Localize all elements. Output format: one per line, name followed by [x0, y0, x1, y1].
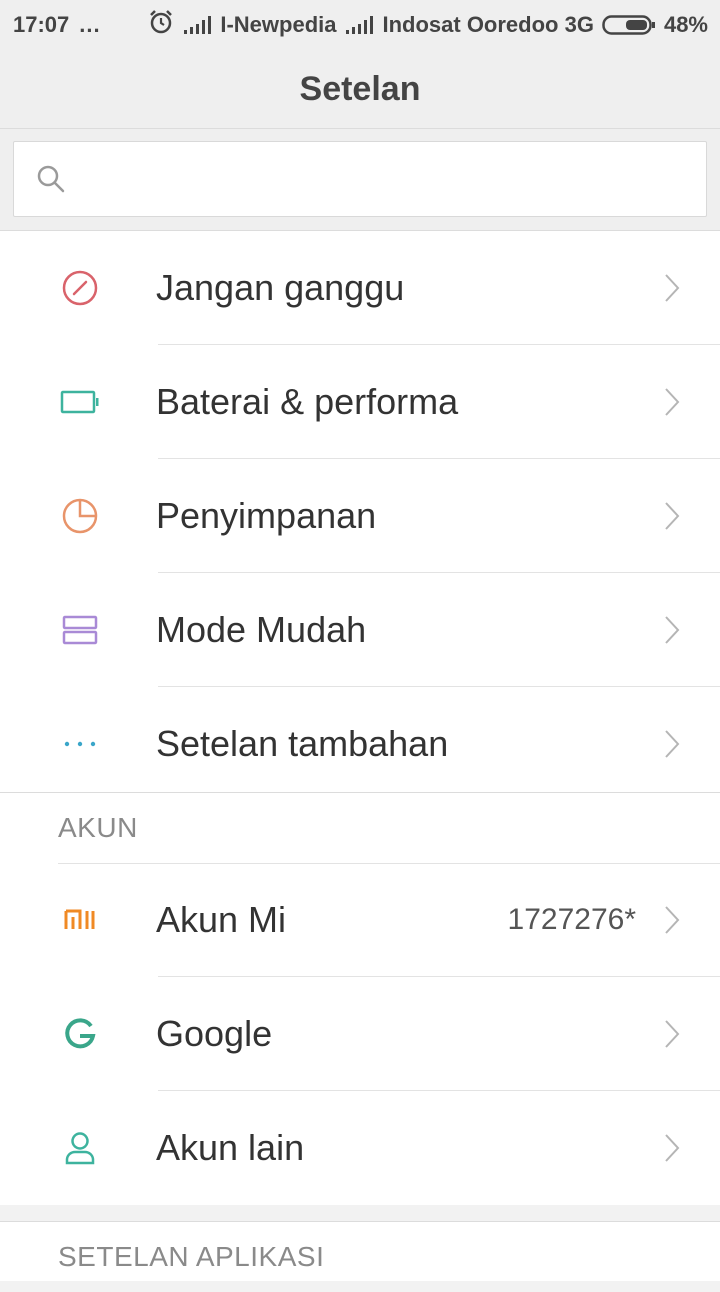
section-header-app-settings: SETELAN APLIKASI: [0, 1222, 720, 1292]
status-bar: 17:07 ... I-Newpedia Indosat Ooredoo 3G …: [0, 0, 720, 50]
search-box[interactable]: [13, 141, 707, 217]
setting-do-not-disturb[interactable]: Jangan ganggu: [0, 231, 720, 345]
google-g-icon: [60, 1014, 100, 1054]
storage-pie-icon: [60, 496, 100, 536]
setting-label: Google: [156, 1013, 273, 1054]
setting-mi-account[interactable]: Akun Mi 1727276*: [0, 863, 720, 977]
app-settings-group: SETELAN APLIKASI: [0, 1221, 720, 1281]
setting-label: Jangan ganggu: [156, 267, 405, 308]
system-settings-group: Jangan ganggu Baterai & performa Penyimp…: [0, 231, 720, 801]
setting-label: Setelan tambahan: [156, 723, 449, 764]
more-dots-icon: [60, 724, 100, 764]
signal-1: I-Newpedia: [182, 12, 336, 38]
chevron-right-icon: [665, 274, 680, 302]
chevron-right-icon: [665, 502, 680, 530]
alarm-icon: [148, 9, 174, 41]
setting-easy-mode[interactable]: Mode Mudah: [0, 573, 720, 687]
setting-additional[interactable]: Setelan tambahan: [0, 687, 720, 801]
carrier-1: I-Newpedia: [220, 12, 337, 37]
page-title: Setelan: [299, 69, 421, 108]
app-header: Setelan: [0, 50, 720, 129]
section-title: SETELAN APLIKASI: [58, 1241, 325, 1272]
mi-account-id: 1727276*: [507, 903, 636, 936]
signal-icon: [184, 16, 212, 34]
setting-battery-performance[interactable]: Baterai & performa: [0, 345, 720, 459]
battery-indicator: 48%: [602, 12, 708, 38]
chevron-right-icon: [665, 730, 680, 758]
search-icon: [37, 165, 65, 193]
setting-google[interactable]: Google: [0, 977, 720, 1091]
battery-icon: [60, 382, 100, 422]
easy-mode-icon: [60, 610, 100, 650]
section-header-accounts: AKUN: [0, 793, 720, 864]
setting-label: Akun lain: [156, 1127, 305, 1168]
battery-percent: 48%: [663, 12, 708, 37]
setting-label: Akun Mi: [156, 899, 287, 940]
accounts-group: AKUN Akun Mi 1727276* Google Akun lain: [0, 792, 720, 1205]
setting-label: Penyimpanan: [156, 495, 377, 536]
mi-logo-icon: [60, 900, 100, 940]
chevron-right-icon: [665, 1134, 680, 1162]
chevron-right-icon: [665, 616, 680, 644]
chevron-right-icon: [665, 388, 680, 416]
signal-icon: [346, 16, 374, 34]
search-input[interactable]: [80, 162, 684, 196]
setting-label: Mode Mudah: [156, 609, 367, 650]
chevron-right-icon: [665, 1020, 680, 1048]
chevron-right-icon: [665, 906, 680, 934]
battery-status-icon: [602, 15, 655, 35]
do-not-disturb-icon: [60, 268, 100, 308]
setting-other-accounts[interactable]: Akun lain: [0, 1091, 720, 1205]
person-icon: [60, 1128, 100, 1168]
carrier-2: Indosat Ooredoo 3G: [382, 12, 594, 37]
status-more-dots: ...: [79, 12, 101, 37]
status-time: 17:07: [13, 12, 70, 37]
section-title: AKUN: [58, 812, 138, 843]
signal-2: Indosat Ooredoo 3G: [344, 12, 594, 38]
setting-label: Baterai & performa: [156, 381, 459, 422]
setting-storage[interactable]: Penyimpanan: [0, 459, 720, 573]
search-area: [0, 129, 720, 231]
